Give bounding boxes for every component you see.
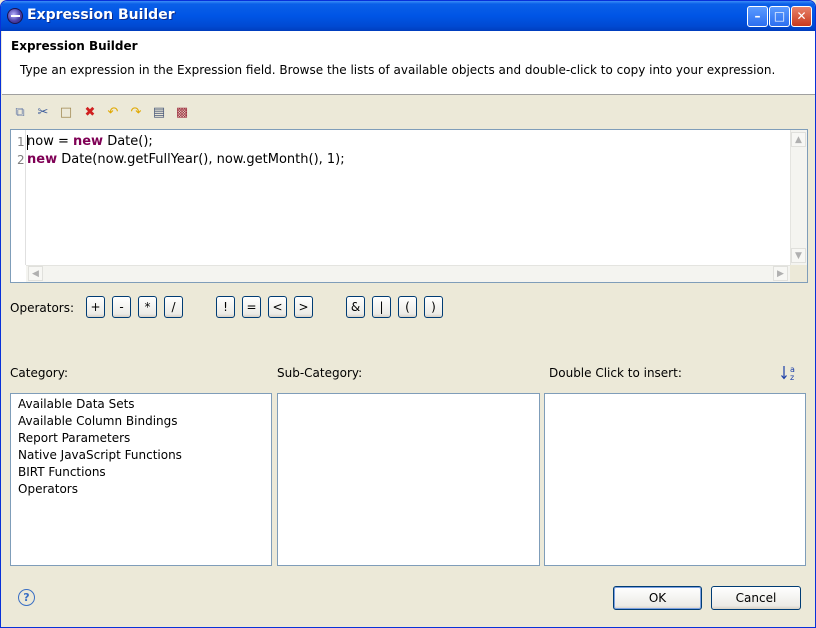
line-number-gutter: 1 2 [11, 130, 26, 265]
operator-divide-button[interactable]: / [164, 296, 183, 318]
title-bar[interactable]: Expression Builder – □ ✕ [1, 1, 815, 31]
code-text: Date(); [103, 134, 153, 149]
expression-builder-window: Expression Builder – □ ✕ Expression Buil… [0, 0, 816, 628]
list-item[interactable]: BIRT Functions [18, 464, 271, 481]
expression-editor[interactable]: 1 2 now = new Date(); new Date(now.getFu… [10, 129, 808, 283]
operators-label: Operators: [10, 301, 75, 315]
keyword: new [27, 152, 58, 167]
list-item[interactable]: Operators [18, 481, 271, 498]
code-line-2[interactable]: new Date(now.getFullYear(), now.getMonth… [27, 152, 345, 167]
list-item[interactable]: Native JavaScript Functions [18, 447, 271, 464]
list-item[interactable]: Available Column Bindings [18, 413, 271, 430]
operator-plus-button[interactable]: + [86, 296, 105, 318]
operator-not-button[interactable]: ! [216, 296, 235, 318]
code-line-1[interactable]: now = new Date(); [27, 134, 153, 149]
operator-greater-than-button[interactable]: > [294, 296, 313, 318]
delete-icon[interactable]: ✖ [81, 104, 99, 122]
line-number: 2 [17, 153, 25, 167]
help-icon[interactable]: ? [18, 589, 35, 606]
operator-minus-button[interactable]: - [112, 296, 131, 318]
list-item[interactable]: Available Data Sets [18, 396, 271, 413]
paste-icon[interactable]: □ [57, 104, 75, 122]
ok-button[interactable]: OK [613, 586, 702, 610]
scroll-down-icon[interactable]: ▼ [791, 248, 806, 263]
eclipse-icon [7, 8, 23, 24]
operator-multiply-button[interactable]: * [138, 296, 157, 318]
scroll-up-icon[interactable]: ▲ [791, 132, 806, 147]
scroll-left-icon[interactable]: ◀ [28, 266, 43, 281]
copy-icon[interactable]: ⧉ [11, 104, 29, 122]
sort-az-icon[interactable]: a z [780, 363, 800, 383]
maximize-button[interactable]: □ [769, 6, 790, 27]
sub-category-label: Sub-Category: [277, 366, 363, 380]
preview-icon[interactable]: ▩ [173, 104, 191, 122]
operator-equals-button[interactable]: = [242, 296, 261, 318]
operator-and-button[interactable]: & [346, 296, 365, 318]
operator-or-button[interactable]: | [372, 296, 391, 318]
code-text: Date(now.getFullYear(), now.getMonth(), … [57, 152, 345, 167]
clipboard-icon[interactable]: ▤ [150, 104, 168, 122]
horizontal-scrollbar[interactable]: ◀ ▶ [26, 265, 790, 282]
cancel-button[interactable]: Cancel [711, 586, 801, 610]
category-list[interactable]: Available Data Sets Available Column Bin… [10, 393, 272, 566]
operator-less-than-button[interactable]: < [268, 296, 287, 318]
redo-icon[interactable]: ↷ [127, 104, 145, 122]
svg-text:z: z [790, 373, 794, 382]
dialog-description: Type an expression in the Expression fie… [20, 63, 776, 77]
undo-icon[interactable]: ↶ [104, 104, 122, 122]
close-button[interactable]: ✕ [791, 6, 812, 27]
vertical-scrollbar[interactable]: ▲ ▼ [790, 130, 807, 265]
dialog-header: Expression Builder Type an expression in… [2, 31, 815, 95]
insert-list[interactable] [544, 393, 806, 566]
list-item[interactable]: Report Parameters [18, 430, 271, 447]
sub-category-list[interactable] [277, 393, 540, 566]
scroll-right-icon[interactable]: ▶ [773, 266, 788, 281]
operator-open-paren-button[interactable]: ( [398, 296, 417, 318]
dialog-title: Expression Builder [11, 39, 138, 53]
operator-close-paren-button[interactable]: ) [424, 296, 443, 318]
keyword: new [72, 134, 104, 149]
insert-label: Double Click to insert: [549, 366, 682, 380]
cut-icon[interactable]: ✂ [34, 104, 52, 122]
scrollbar-corner [790, 265, 807, 282]
minimize-button[interactable]: – [747, 6, 768, 27]
category-label: Category: [10, 366, 68, 380]
window-title: Expression Builder [27, 7, 175, 23]
code-text: now = [27, 134, 73, 149]
line-number: 1 [17, 135, 25, 149]
